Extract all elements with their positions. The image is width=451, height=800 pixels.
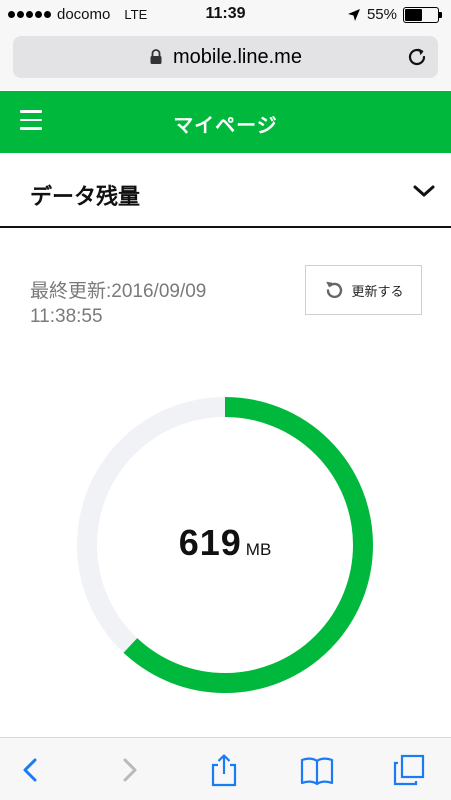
url-text: mobile.line.me [173,45,302,68]
status-bar: docomo LTE 11:39 55% [0,0,451,30]
refresh-button-label: 更新する [351,283,404,299]
bookmarks-icon[interactable] [300,753,334,787]
lock-icon [150,49,162,64]
location-arrow-icon [347,8,360,21]
refresh-button[interactable]: 更新する [305,265,422,315]
forward-icon[interactable] [112,753,146,787]
page-title: マイページ [173,115,278,137]
gauge-value: 619 MB [70,522,380,564]
chevron-down-icon[interactable] [412,183,436,199]
remaining-data-unit: MB [245,540,272,559]
browser-toolbar [0,737,451,800]
status-right: 55% [347,6,442,23]
refresh-icon [326,281,343,299]
section-title: データ残量 [30,184,141,209]
app-header: マイページ [0,91,451,153]
share-icon[interactable] [207,753,241,787]
data-remaining-gauge: 619 MB [70,390,380,700]
last-updated-time: 11:38:55 [30,306,103,327]
battery-icon [403,6,442,23]
remaining-data-amount: 619 [178,522,242,563]
browser-address-area: mobile.line.me [0,30,451,90]
address-bar[interactable]: mobile.line.me [13,36,438,78]
last-updated-date: 最終更新:2016/09/09 [30,281,207,302]
battery-percent: 55% [366,6,397,23]
tabs-icon[interactable] [392,753,426,787]
data-remaining-section-header[interactable]: データ残量 [0,153,451,228]
reload-icon[interactable] [406,46,428,68]
battery-level [405,8,422,21]
back-icon[interactable] [14,753,48,787]
last-updated-text: 最終更新:2016/09/09 11:38:55 [30,279,206,329]
